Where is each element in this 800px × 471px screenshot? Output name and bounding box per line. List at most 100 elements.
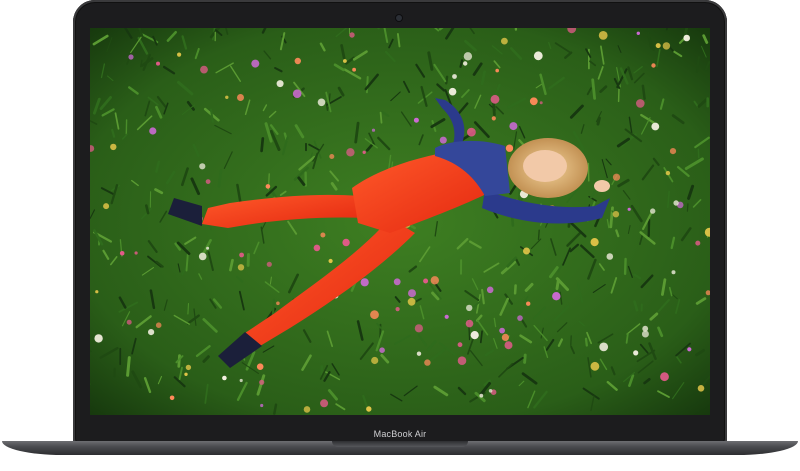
flower — [185, 364, 192, 371]
flower — [488, 389, 493, 393]
flower — [371, 128, 376, 132]
flower — [598, 31, 608, 40]
flower — [251, 59, 260, 68]
flower — [237, 94, 244, 101]
flower — [463, 61, 468, 66]
grass-blade — [625, 333, 629, 344]
flower — [206, 246, 210, 250]
flower — [606, 253, 614, 260]
flower — [448, 87, 457, 96]
flower — [642, 325, 649, 332]
flower — [370, 310, 379, 320]
flower — [504, 341, 513, 350]
webcam — [396, 15, 402, 21]
flower — [590, 238, 599, 247]
flower — [467, 127, 476, 137]
flower — [423, 278, 429, 284]
flower — [320, 399, 329, 408]
grass-blade — [445, 75, 449, 85]
flower — [276, 80, 284, 88]
flower — [393, 278, 401, 286]
flower — [495, 68, 500, 73]
flower — [683, 34, 690, 42]
flower — [517, 315, 523, 321]
flower — [266, 261, 272, 267]
grass-blade — [271, 298, 276, 316]
flower — [239, 252, 245, 258]
person-hand — [594, 180, 610, 192]
flower — [128, 54, 134, 60]
grass-blade — [523, 353, 527, 364]
flower — [665, 170, 671, 176]
flower — [148, 329, 155, 336]
laptop-product-image: MacBook Air — [0, 0, 800, 471]
screen-photo — [90, 28, 710, 415]
flower — [539, 101, 543, 105]
flower — [349, 32, 355, 38]
flower — [408, 289, 416, 298]
grass-blade — [584, 337, 588, 347]
flower — [237, 264, 245, 271]
flower — [407, 297, 416, 306]
flower — [395, 307, 400, 312]
flower — [276, 301, 280, 306]
flower — [651, 122, 660, 131]
flower — [669, 148, 677, 155]
grass-blade — [187, 303, 190, 315]
flower — [424, 359, 431, 366]
flower — [328, 258, 333, 264]
flower — [599, 342, 609, 352]
grass-blade — [596, 116, 601, 126]
grass-blade — [686, 203, 689, 212]
flower — [205, 179, 211, 185]
flower — [225, 95, 229, 100]
flower — [636, 31, 640, 35]
flower — [313, 244, 321, 252]
flower — [697, 385, 705, 392]
grass-blade — [641, 84, 646, 100]
flower — [526, 301, 531, 306]
grass-blade — [623, 257, 627, 276]
flower — [103, 203, 110, 210]
flower — [479, 393, 484, 398]
flower — [134, 251, 138, 255]
flower — [650, 208, 656, 214]
flower — [320, 232, 326, 238]
flower — [259, 379, 265, 385]
flower — [343, 59, 347, 63]
person-face — [523, 150, 567, 182]
flower — [636, 99, 645, 108]
flower — [490, 94, 500, 104]
flower — [552, 292, 561, 301]
flower — [452, 74, 457, 79]
flower — [687, 347, 692, 352]
flower — [660, 372, 669, 382]
flower — [366, 406, 372, 412]
grass-blade — [144, 204, 150, 215]
flower — [505, 144, 514, 152]
flower — [352, 67, 356, 72]
flower — [590, 361, 600, 371]
grass-blade — [126, 356, 131, 377]
flower — [126, 319, 132, 325]
flower — [671, 270, 676, 275]
flower — [465, 319, 474, 328]
opening-notch — [332, 441, 468, 447]
flower — [371, 356, 379, 365]
flower — [294, 57, 301, 65]
flower — [222, 375, 227, 381]
grass-blade — [492, 102, 496, 117]
flower — [457, 342, 463, 348]
laptop-screen — [90, 28, 710, 415]
flower — [156, 61, 160, 66]
flower — [155, 322, 162, 329]
flower — [119, 251, 125, 256]
flower — [501, 37, 508, 45]
flower — [149, 127, 157, 135]
grass-blade — [591, 78, 597, 100]
grass-blade — [555, 278, 560, 291]
flower — [94, 334, 103, 343]
flower — [265, 184, 271, 189]
flower — [184, 372, 188, 376]
grass-blade — [273, 403, 278, 415]
